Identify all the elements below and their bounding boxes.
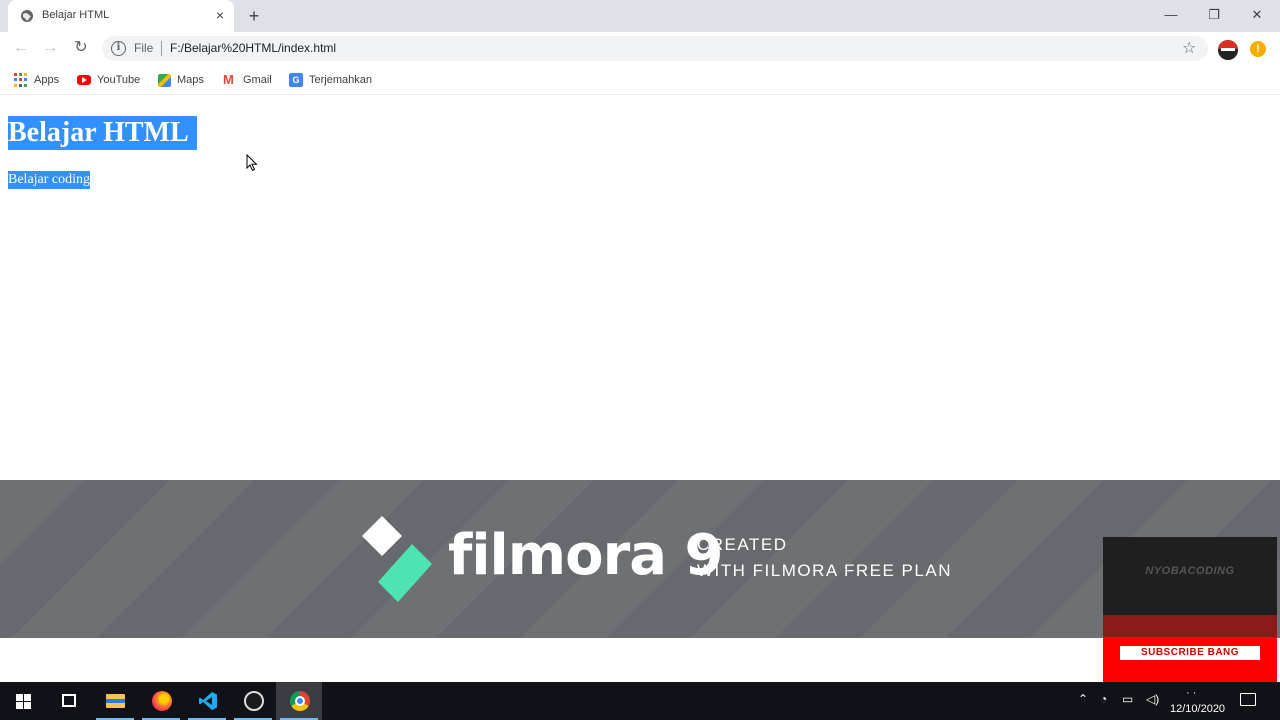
start-button[interactable] <box>0 682 46 720</box>
bookmark-gmail[interactable]: Gmail <box>223 71 272 89</box>
browser-titlebar: Belajar HTML × + — ❐ ✕ <box>0 0 1280 32</box>
apps-grid-icon <box>14 73 28 87</box>
alert-icon[interactable]: ! <box>1250 41 1266 57</box>
filmora-line1: CREATED <box>697 535 788 554</box>
bookmark-terjemahkan[interactable]: G Terjemahkan <box>289 71 372 89</box>
bookmark-label: Apps <box>34 74 60 86</box>
browser-toolbar: ← → ↻ i File F:/Belajar%20HTML/index.htm… <box>0 32 1280 65</box>
tab-belajar-html[interactable]: Belajar HTML × <box>8 0 234 32</box>
address-bar[interactable]: i File F:/Belajar%20HTML/index.html ☆ <box>102 36 1208 61</box>
url-text[interactable]: F:/Belajar%20HTML/index.html <box>170 41 336 55</box>
close-window-button[interactable]: ✕ <box>1246 4 1268 26</box>
windows-taskbar: ⌃ ◔ ▭ ◁) · · 12/10/2020 <box>0 682 1280 720</box>
network-icon[interactable]: ◔ <box>1100 692 1107 706</box>
screen: Belajar HTML × + — ❐ ✕ ← → ↻ i File F:/B… <box>0 0 1280 720</box>
chrome-icon <box>290 691 310 711</box>
page-heading: Belajar HTML <box>8 116 197 150</box>
windows-logo-icon <box>16 694 31 709</box>
bookmark-star-icon[interactable]: ☆ <box>1182 38 1196 58</box>
filmora-brand: filmora 9 <box>448 523 723 588</box>
extension-icon[interactable] <box>1218 40 1238 60</box>
omnibox-divider <box>161 41 162 56</box>
firefox-icon <box>152 691 172 711</box>
vscode-icon <box>199 692 217 710</box>
taskbar-firefox[interactable] <box>138 682 184 720</box>
bookmark-maps[interactable]: Maps <box>158 71 204 89</box>
bookmark-label: Terjemahkan <box>309 74 372 86</box>
volume-icon[interactable]: ◁) <box>1146 692 1159 706</box>
filmora-created-text: CREATED WITH FILMORA FREE PLAN <box>697 532 952 584</box>
obs-icon <box>244 691 264 711</box>
youtube-icon <box>77 75 91 85</box>
bookmark-apps[interactable]: Apps <box>14 71 59 89</box>
subscribe-panel-top <box>1103 615 1277 637</box>
channel-name: NYOBACODING <box>1145 565 1235 577</box>
task-view-button[interactable] <box>46 682 92 720</box>
scheme-label: File <box>134 41 154 55</box>
mouse-cursor-icon <box>246 154 258 172</box>
globe-icon <box>21 10 33 22</box>
page-viewport: Belajar HTML Belajar coding <box>0 96 1280 480</box>
show-hidden-icons-icon[interactable]: ⌃ <box>1078 692 1088 706</box>
notifications-icon[interactable] <box>1240 693 1256 706</box>
taskbar-obs[interactable] <box>230 682 276 720</box>
bookmark-label: Gmail <box>243 74 272 86</box>
filmora-logo-icon <box>362 516 432 602</box>
subscribe-button[interactable]: SUBSCRIBE BANG <box>1120 646 1260 660</box>
clock-time[interactable]: · · <box>1186 687 1196 699</box>
filmora-line2: WITH FILMORA FREE PLAN <box>697 561 952 580</box>
back-button[interactable]: ← <box>10 37 32 59</box>
battery-icon[interactable]: ▭ <box>1122 692 1133 706</box>
filmora-watermark: filmora 9 CREATED WITH FILMORA FREE PLAN <box>0 480 1280 638</box>
minimize-button[interactable]: — <box>1160 4 1182 26</box>
taskbar-vscode[interactable] <box>184 682 230 720</box>
bookmarks-bar: Apps YouTube Maps Gmail G Terjemahkan <box>0 65 1280 95</box>
gmail-icon <box>223 72 237 87</box>
clock-date[interactable]: 12/10/2020 <box>1170 703 1225 715</box>
reload-button[interactable]: ↻ <box>70 37 92 59</box>
task-view-icon <box>62 694 76 707</box>
folder-icon <box>106 694 125 708</box>
bookmark-youtube[interactable]: YouTube <box>77 71 140 89</box>
forward-button[interactable]: → <box>39 37 61 59</box>
translate-icon: G <box>289 73 303 87</box>
maps-icon <box>158 73 171 87</box>
page-paragraph: Belajar coding <box>8 171 91 189</box>
new-tab-button[interactable]: + <box>243 5 265 27</box>
tab-title: Belajar HTML <box>42 9 110 21</box>
info-icon[interactable]: i <box>111 41 126 56</box>
bookmark-label: YouTube <box>97 74 141 86</box>
taskbar-chrome[interactable] <box>276 682 322 720</box>
restore-button[interactable]: ❐ <box>1203 4 1225 26</box>
taskbar-file-explorer[interactable] <box>92 682 138 720</box>
subscribe-overlay: NYOBACODING SUBSCRIBE BANG <box>1103 537 1277 695</box>
bookmark-label: Maps <box>177 74 204 86</box>
tab-close-icon[interactable]: × <box>211 6 229 24</box>
